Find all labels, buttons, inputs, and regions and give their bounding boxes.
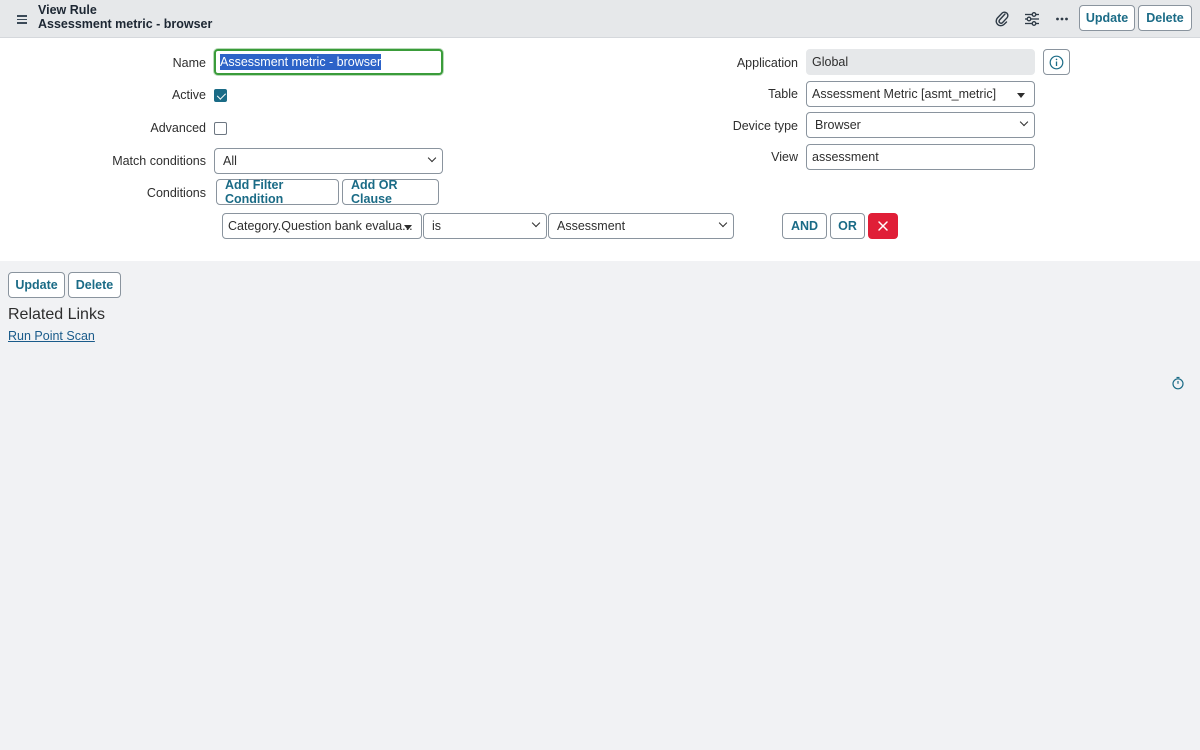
match-conditions-select[interactable]: All [214, 148, 443, 174]
match-conditions-label: Match conditions [112, 154, 206, 168]
name-label: Name [172, 56, 206, 70]
application-value: Global [812, 55, 849, 69]
hamburger-menu-icon[interactable] [12, 10, 32, 28]
device-type-value: Browser [815, 118, 861, 132]
run-point-scan-link[interactable]: Run Point Scan [8, 329, 95, 343]
header-delete-button[interactable]: Delete [1138, 5, 1192, 31]
rule-form: Name Assessment metric - browser Active … [0, 38, 1200, 261]
stopwatch-icon[interactable] [1171, 376, 1185, 390]
table-select[interactable]: Assessment Metric [asmt_metric] [806, 81, 1035, 107]
chevron-down-icon [718, 218, 728, 228]
info-icon [1049, 55, 1064, 69]
name-field[interactable]: Assessment metric - browser [214, 49, 443, 75]
and-button[interactable]: AND [782, 213, 827, 239]
form-header: View Rule Assessment metric - browser Up… [0, 0, 1200, 38]
paperclip-icon[interactable] [992, 9, 1012, 29]
related-links-heading: Related Links [8, 306, 105, 323]
close-icon [878, 221, 888, 231]
add-or-clause-button[interactable]: Add OR Clause [342, 178, 439, 206]
condition-field-select[interactable]: Category.Question bank evalua... [222, 213, 422, 239]
footer-delete-button[interactable]: Delete [68, 272, 121, 298]
chevron-down-icon [427, 153, 437, 163]
add-filter-condition-button[interactable]: Add Filter Condition [216, 178, 339, 206]
caret-down-icon [1017, 93, 1025, 98]
view-value: assessment [812, 150, 879, 164]
name-field-value: Assessment metric - browser [220, 54, 382, 70]
header-update-button[interactable]: Update [1079, 5, 1135, 31]
caret-down-icon [404, 225, 412, 230]
personalize-sliders-icon[interactable] [1022, 9, 1042, 29]
match-conditions-value: All [223, 154, 237, 168]
chevron-down-icon [1019, 117, 1029, 127]
view-label: View [771, 150, 798, 164]
table-value: Assessment Metric [asmt_metric] [812, 87, 997, 101]
condition-value-select[interactable]: Assessment [548, 213, 734, 239]
active-checkbox[interactable] [214, 89, 227, 102]
condition-operator-select[interactable]: is [423, 213, 547, 239]
table-label: Table [768, 87, 798, 101]
application-info-button[interactable] [1043, 49, 1070, 75]
more-options-icon[interactable] [1052, 9, 1072, 29]
footer-update-button[interactable]: Update [8, 272, 65, 298]
chevron-down-icon [531, 218, 541, 228]
advanced-checkbox[interactable] [214, 122, 227, 135]
device-type-select[interactable]: Browser [806, 112, 1035, 138]
header-title-block: View Rule Assessment metric - browser [38, 3, 213, 31]
conditions-label: Conditions [146, 186, 206, 200]
view-field[interactable]: assessment [806, 144, 1035, 170]
condition-operator-value: is [432, 219, 442, 233]
advanced-label: Advanced [150, 121, 206, 135]
device-type-label: Device type [732, 119, 798, 133]
record-name: Assessment metric - browser [38, 16, 213, 31]
condition-field-value: Category.Question bank evalua... [228, 219, 413, 233]
application-label: Application [736, 56, 798, 70]
application-field: Global [806, 49, 1035, 75]
page-title: View Rule [38, 3, 97, 17]
active-label: Active [171, 88, 206, 102]
condition-value-value: Assessment [557, 219, 626, 233]
or-button[interactable]: OR [830, 213, 865, 239]
delete-condition-button[interactable] [868, 213, 898, 239]
